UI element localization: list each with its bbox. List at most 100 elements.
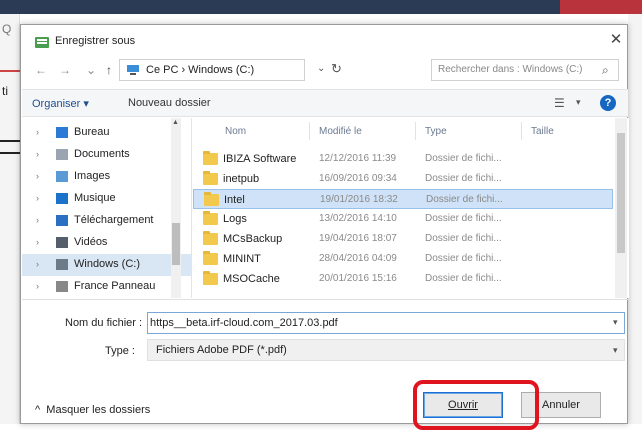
organize-button[interactable]: Organiser ▾	[32, 97, 89, 110]
search-box[interactable]: Rechercher dans : Windows (C:) ⌕	[431, 59, 619, 81]
hide-folders-label: Masquer les dossiers	[46, 404, 151, 416]
file-row[interactable]: MSOCache 20/01/2016 15:16 Dossier de fichi…	[193, 269, 613, 289]
filename-dropdown-icon[interactable]: ▾	[613, 317, 618, 328]
folder-icon	[203, 271, 218, 285]
nav-tree-label: Windows (C:)	[74, 258, 141, 270]
file-row[interactable]: inetpub 16/09/2016 09:34 Dossier de fichi.…	[193, 169, 613, 189]
address-bar[interactable]: Ce PC › Windows (C:)	[119, 59, 305, 81]
new-folder-button[interactable]: Nouveau dossier	[128, 97, 211, 109]
background-dark-line	[0, 140, 20, 142]
save-dialog-icon	[35, 37, 49, 48]
chevron-right-icon[interactable]: ›	[36, 237, 39, 247]
scroll-up-icon[interactable]: ▲	[172, 119, 179, 126]
chevron-right-icon[interactable]: ›	[36, 215, 39, 225]
file-type: Dossier de fichi...	[426, 194, 503, 205]
dialog-title: Enregistrer sous	[55, 35, 136, 47]
highlight-annotation	[413, 380, 539, 430]
documents-icon	[56, 149, 68, 160]
folder-icon	[204, 192, 219, 206]
nav-tree-label: Téléchargement	[74, 214, 154, 226]
drive-icon	[56, 281, 68, 292]
navigation-scrollbar[interactable]	[171, 118, 181, 298]
nav-tree-item[interactable]: › Bureau	[22, 122, 191, 144]
file-name: IBIZA Software	[223, 153, 297, 165]
nav-tree-item[interactable]: › Vidéos	[22, 232, 191, 254]
download-icon	[56, 215, 68, 226]
file-modified: 20/01/2016 15:16	[319, 273, 397, 284]
file-name: inetpub	[223, 173, 260, 185]
file-name: Logs	[223, 213, 247, 225]
refresh-icon[interactable]: ↻	[331, 61, 342, 77]
background-fragment-top: Q	[2, 22, 12, 36]
nav-tree-item[interactable]: › Images	[22, 166, 191, 188]
music-icon	[56, 193, 68, 204]
file-name: MININT	[223, 253, 261, 265]
file-row[interactable]: MININT 28/04/2016 04:09 Dossier de fichi..…	[193, 249, 613, 269]
forward-arrow-icon[interactable]: →	[57, 62, 73, 78]
nav-tree-item[interactable]: › Téléchargement	[22, 210, 191, 232]
file-name: Intel	[224, 194, 245, 206]
chevron-right-icon[interactable]: ›	[36, 149, 39, 159]
column-separator[interactable]	[521, 122, 522, 140]
nav-tree-item[interactable]: › France Panneau	[22, 276, 191, 298]
background-app-right	[628, 14, 642, 424]
nav-tree-item[interactable]: › Documents	[22, 144, 191, 166]
nav-tree-label: France Panneau	[74, 280, 156, 292]
drive-icon	[56, 259, 68, 270]
file-type-dropdown-icon[interactable]: ▾	[613, 345, 618, 356]
nav-tree-label: Images	[74, 170, 111, 182]
column-header-modified[interactable]: Modifié le	[319, 126, 362, 137]
file-row[interactable]: IBIZA Software 12/12/2016 11:39 Dossier de…	[193, 149, 613, 169]
history-chevron-icon[interactable]: ⌄	[83, 62, 99, 78]
background-app-left	[0, 14, 20, 424]
search-icon[interactable]: ⌕	[602, 63, 609, 78]
close-icon[interactable]: ✕	[607, 31, 625, 49]
chevron-right-icon[interactable]: ›	[36, 281, 39, 291]
view-chevron-icon[interactable]: ▾	[576, 97, 581, 108]
navigation-scroll-thumb[interactable]	[172, 223, 180, 265]
address-dropdown-icon[interactable]: ⌄	[317, 63, 325, 74]
column-header-type[interactable]: Type	[425, 126, 447, 137]
back-arrow-icon[interactable]: ←	[33, 62, 49, 78]
address-path: Ce PC › Windows (C:)	[146, 64, 255, 76]
desktop-icon	[56, 127, 68, 138]
file-name: MSOCache	[223, 273, 280, 285]
filename-field[interactable]	[147, 312, 625, 334]
file-type: Dossier de fichi...	[425, 253, 502, 264]
file-row[interactable]: Intel 19/01/2016 18:32 Dossier de fichi...	[193, 189, 613, 209]
folder-icon	[203, 231, 218, 245]
column-header-name[interactable]: Nom	[225, 126, 246, 137]
file-type: Dossier de fichi...	[425, 233, 502, 244]
help-icon[interactable]: ?	[600, 95, 616, 111]
nav-tree-item[interactable]: › Musique	[22, 188, 191, 210]
file-name: MCsBackup	[223, 233, 283, 245]
column-separator[interactable]	[415, 122, 416, 140]
background-fragment-mid: ti	[2, 84, 8, 98]
chevron-up-icon: ^	[35, 404, 41, 416]
background-red-line	[0, 70, 20, 72]
chevron-right-icon[interactable]: ›	[36, 259, 39, 269]
nav-tree-item[interactable]: › Windows (C:)	[22, 254, 191, 276]
filename-label: Nom du fichier :	[65, 317, 143, 329]
chevron-right-icon[interactable]: ›	[36, 171, 39, 181]
up-arrow-icon[interactable]: ↑	[101, 62, 117, 78]
column-header-size[interactable]: Taille	[531, 126, 554, 137]
hide-folders-toggle[interactable]: ^ Masquer les dossiers	[35, 404, 150, 416]
file-modified: 12/12/2016 11:39	[319, 153, 397, 164]
chevron-right-icon[interactable]: ›	[36, 127, 39, 137]
file-type: Dossier de fichi...	[425, 213, 502, 224]
column-separator[interactable]	[309, 122, 310, 140]
file-row[interactable]: MCsBackup 19/04/2016 18:07 Dossier de fich…	[193, 229, 613, 249]
computer-icon	[127, 65, 139, 75]
file-list-scroll-thumb[interactable]	[617, 133, 625, 253]
file-row[interactable]: Logs 13/02/2016 14:10 Dossier de fichi...	[193, 209, 613, 229]
file-type-value: Fichiers Adobe PDF (*.pdf)	[156, 344, 287, 356]
filename-input[interactable]	[150, 315, 590, 331]
file-type: Dossier de fichi...	[425, 153, 502, 164]
chevron-right-icon[interactable]: ›	[36, 193, 39, 203]
file-modified: 19/04/2016 18:07	[319, 233, 397, 244]
view-options-icon[interactable]: ☰	[554, 96, 565, 110]
file-type-select[interactable]: Fichiers Adobe PDF (*.pdf)	[147, 339, 625, 361]
background-dark-line	[0, 152, 20, 154]
search-placeholder: Rechercher dans : Windows (C:)	[438, 64, 583, 75]
